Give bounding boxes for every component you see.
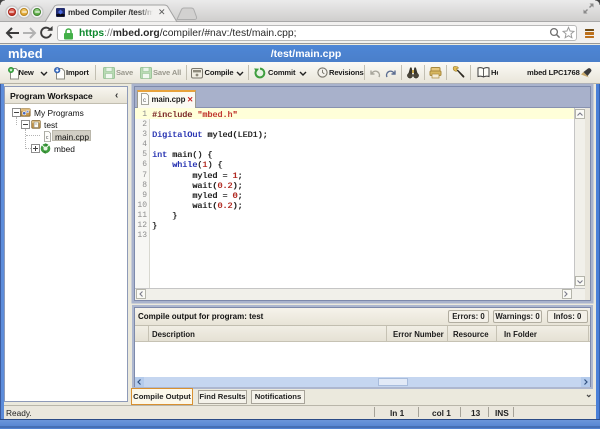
svg-text:c: c xyxy=(143,98,146,104)
svg-text:c: c xyxy=(46,135,49,141)
